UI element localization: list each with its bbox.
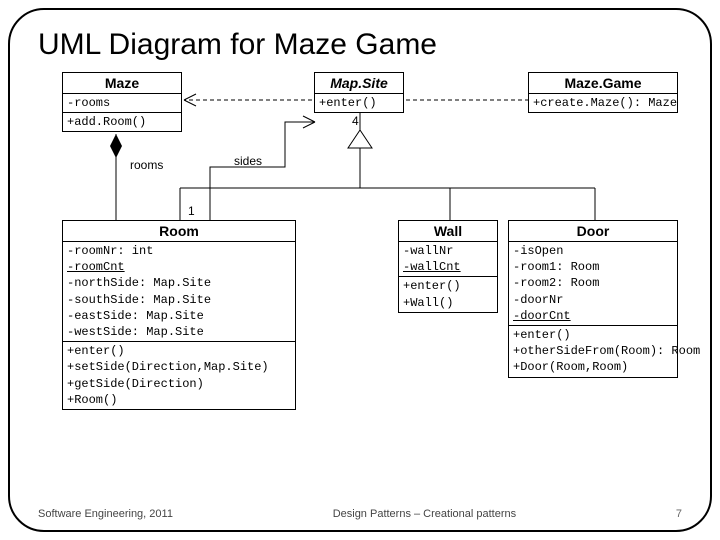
op: +Wall(): [403, 295, 493, 311]
class-name: Wall: [399, 221, 497, 242]
op: +enter(): [67, 343, 291, 359]
attr: -rooms: [67, 95, 177, 111]
class-name: Door: [509, 221, 677, 242]
attr: -roomNr: int: [67, 243, 291, 259]
class-mapsite: Map.Site +enter(): [314, 72, 404, 113]
op: +setSide(Direction,Map.Site): [67, 359, 291, 375]
diagram-canvas: Maze -rooms +add.Room() Map.Site +enter(…: [38, 72, 682, 472]
class-name: Maze: [63, 73, 181, 94]
attr: -northSide: Map.Site: [67, 275, 291, 291]
class-maze: Maze -rooms +add.Room(): [62, 72, 182, 132]
attr: -wallNr: [403, 243, 493, 259]
op: +create.Maze(): Maze: [533, 95, 673, 111]
attr: -doorCnt: [513, 308, 673, 324]
class-wall: Wall -wallNr -wallCnt +enter() +Wall(): [398, 220, 498, 313]
slide-frame: UML Diagram for Maze Game Maze -rooms +a…: [8, 8, 712, 532]
op: +add.Room(): [67, 114, 177, 130]
footer-center: Design Patterns – Creational patterns: [333, 508, 516, 520]
class-mazegame: Maze.Game +create.Maze(): Maze: [528, 72, 678, 113]
attr: -southSide: Map.Site: [67, 292, 291, 308]
attr: -wallCnt: [403, 259, 493, 275]
class-room: Room -roomNr: int -roomCnt -northSide: M…: [62, 220, 296, 410]
attr: -westSide: Map.Site: [67, 324, 291, 340]
label-sides: sides: [234, 154, 262, 168]
footer: Software Engineering, 2011 Design Patter…: [38, 508, 682, 520]
attr: -room1: Room: [513, 259, 673, 275]
op: +Room(): [67, 392, 291, 408]
attr: -doorNr: [513, 292, 673, 308]
class-name: Maze.Game: [529, 73, 677, 94]
op: +getSide(Direction): [67, 376, 291, 392]
attr: -room2: Room: [513, 275, 673, 291]
op: +otherSideFrom(Room): Room: [513, 343, 673, 359]
class-name: Room: [63, 221, 295, 242]
page-title: UML Diagram for Maze Game: [38, 28, 682, 62]
label-mult4: 4: [352, 114, 359, 128]
class-door: Door -isOpen -room1: Room -room2: Room -…: [508, 220, 678, 378]
op: +enter(): [403, 278, 493, 294]
label-mult1: 1: [188, 204, 195, 218]
label-rooms: rooms: [130, 158, 163, 172]
attr: -isOpen: [513, 243, 673, 259]
op: +enter(): [513, 327, 673, 343]
page-number: 7: [676, 508, 682, 520]
attr: -eastSide: Map.Site: [67, 308, 291, 324]
footer-left: Software Engineering, 2011: [38, 508, 173, 520]
class-name: Map.Site: [315, 73, 403, 94]
attr: -roomCnt: [67, 259, 291, 275]
op: +enter(): [319, 95, 399, 111]
op: +Door(Room,Room): [513, 359, 673, 375]
